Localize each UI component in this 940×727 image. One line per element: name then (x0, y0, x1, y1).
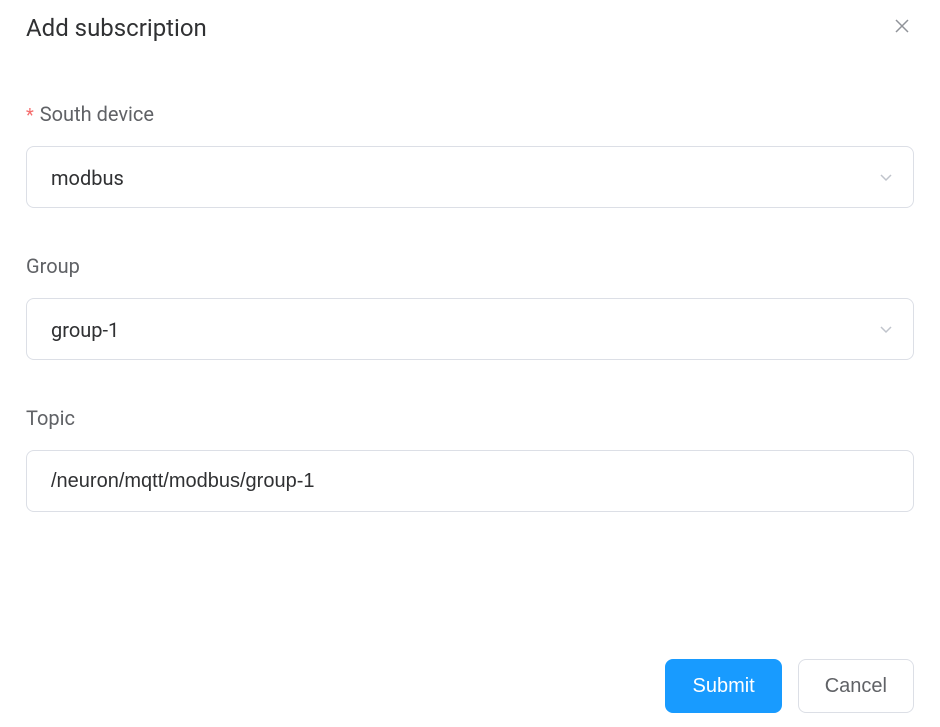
required-mark: * (26, 105, 34, 126)
group-select-wrapper: group-1 (26, 298, 914, 360)
dialog-footer: Submit Cancel (665, 659, 914, 713)
close-icon (894, 18, 910, 38)
dialog-title: Add subscription (26, 14, 207, 42)
topic-label: Topic (26, 406, 914, 430)
south-device-select-wrapper: modbus (26, 146, 914, 208)
submit-button[interactable]: Submit (665, 659, 781, 713)
south-device-label: *South device (26, 102, 914, 126)
form-item-topic: Topic (26, 406, 914, 512)
cancel-button[interactable]: Cancel (798, 659, 914, 713)
group-select[interactable]: group-1 (26, 298, 914, 360)
topic-input[interactable] (26, 450, 914, 512)
group-label: Group (26, 254, 914, 278)
form-item-group: Group group-1 (26, 254, 914, 360)
close-button[interactable] (890, 16, 914, 40)
dialog-header: Add subscription (26, 14, 914, 42)
form-item-south-device: *South device modbus (26, 102, 914, 208)
south-device-select[interactable]: modbus (26, 146, 914, 208)
